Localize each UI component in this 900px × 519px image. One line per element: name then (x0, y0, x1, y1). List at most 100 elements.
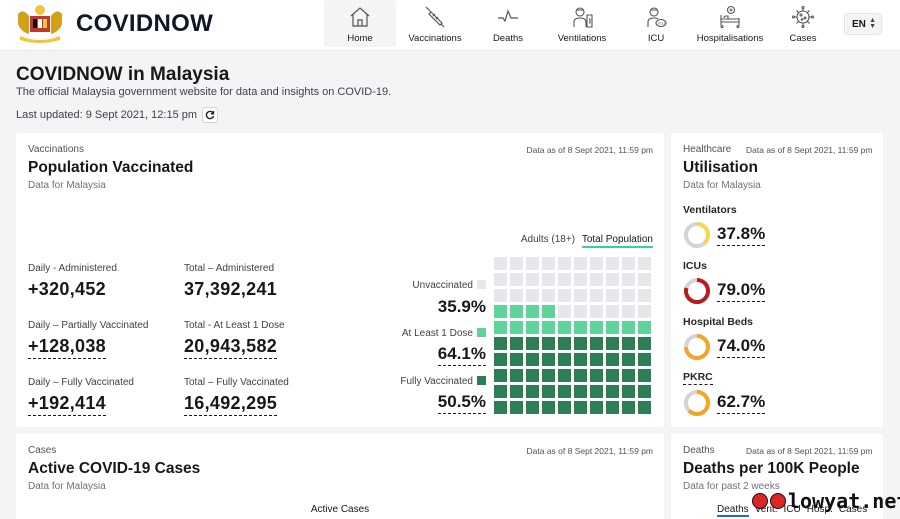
util-value-icus[interactable]: 79.0% (717, 280, 766, 302)
waffle-cell-fully-vaccinated[interactable] (622, 353, 635, 366)
waffle-cell-unvaccinated[interactable] (494, 257, 507, 270)
stat-value[interactable]: 16,492,295 (184, 393, 278, 416)
waffle-cell-unvaccinated[interactable] (542, 273, 555, 286)
waffle-cell-partial[interactable] (558, 321, 571, 334)
waffle-cell-partial[interactable] (638, 321, 651, 334)
nav-deaths[interactable]: Deaths (474, 0, 542, 47)
waffle-cell-partial[interactable] (622, 321, 635, 334)
nav-home[interactable]: Home (324, 0, 396, 47)
waffle-cell-partial[interactable] (606, 321, 619, 334)
waffle-cell-fully-vaccinated[interactable] (574, 337, 587, 350)
waffle-cell-unvaccinated[interactable] (622, 289, 635, 302)
waffle-cell-fully-vaccinated[interactable] (494, 353, 507, 366)
waffle-cell-fully-vaccinated[interactable] (590, 369, 603, 382)
waffle-cell-unvaccinated[interactable] (494, 273, 507, 286)
waffle-cell-unvaccinated[interactable] (542, 289, 555, 302)
waffle-cell-unvaccinated[interactable] (638, 305, 651, 318)
waffle-cell-unvaccinated[interactable] (622, 273, 635, 286)
waffle-cell-partial[interactable] (542, 305, 555, 318)
waffle-cell-partial[interactable] (510, 305, 523, 318)
waffle-cell-fully-vaccinated[interactable] (526, 337, 539, 350)
pct-fully-vaccinated[interactable]: 50.5% (437, 392, 486, 414)
waffle-cell-partial[interactable] (574, 321, 587, 334)
waffle-cell-unvaccinated[interactable] (526, 257, 539, 270)
stat-value[interactable]: +128,038 (28, 336, 106, 359)
waffle-cell-unvaccinated[interactable] (510, 273, 523, 286)
waffle-cell-fully-vaccinated[interactable] (638, 369, 651, 382)
stat-value[interactable]: +192,414 (28, 393, 106, 416)
waffle-cell-unvaccinated[interactable] (558, 273, 571, 286)
waffle-cell-fully-vaccinated[interactable] (622, 369, 635, 382)
waffle-cell-unvaccinated[interactable] (510, 289, 523, 302)
waffle-cell-fully-vaccinated[interactable] (558, 385, 571, 398)
util-value-hospital-beds[interactable]: 74.0% (717, 336, 766, 358)
waffle-cell-fully-vaccinated[interactable] (542, 385, 555, 398)
waffle-cell-partial[interactable] (510, 321, 523, 334)
waffle-cell-unvaccinated[interactable] (574, 273, 587, 286)
pct-at-least-1-dose[interactable]: 64.1% (437, 344, 486, 366)
nav-vaccinations[interactable]: Vaccinations (396, 0, 474, 47)
waffle-cell-unvaccinated[interactable] (606, 273, 619, 286)
waffle-cell-fully-vaccinated[interactable] (510, 385, 523, 398)
util-value-ventilators[interactable]: 37.8% (717, 224, 766, 246)
waffle-cell-unvaccinated[interactable] (606, 257, 619, 270)
waffle-cell-unvaccinated[interactable] (526, 289, 539, 302)
waffle-cell-unvaccinated[interactable] (606, 289, 619, 302)
waffle-cell-fully-vaccinated[interactable] (606, 385, 619, 398)
waffle-cell-fully-vaccinated[interactable] (590, 385, 603, 398)
waffle-cell-fully-vaccinated[interactable] (558, 337, 571, 350)
waffle-cell-unvaccinated[interactable] (574, 257, 587, 270)
waffle-cell-fully-vaccinated[interactable] (606, 353, 619, 366)
stat-value[interactable]: 20,943,582 (184, 336, 278, 359)
tab-deaths[interactable]: Deaths (717, 504, 749, 517)
waffle-cell-unvaccinated[interactable] (542, 257, 555, 270)
waffle-cell-unvaccinated[interactable] (494, 289, 507, 302)
waffle-cell-fully-vaccinated[interactable] (574, 353, 587, 366)
waffle-cell-fully-vaccinated[interactable] (510, 369, 523, 382)
waffle-cell-unvaccinated[interactable] (638, 289, 651, 302)
waffle-cell-fully-vaccinated[interactable] (526, 401, 539, 414)
waffle-cell-fully-vaccinated[interactable] (638, 353, 651, 366)
waffle-cell-unvaccinated[interactable] (590, 305, 603, 318)
waffle-cell-fully-vaccinated[interactable] (638, 385, 651, 398)
waffle-cell-fully-vaccinated[interactable] (526, 385, 539, 398)
malaysia-coat-of-arms-logo[interactable] (15, 4, 65, 44)
waffle-cell-fully-vaccinated[interactable] (638, 401, 651, 414)
waffle-cell-partial[interactable] (526, 321, 539, 334)
waffle-cell-unvaccinated[interactable] (574, 305, 587, 318)
waffle-cell-fully-vaccinated[interactable] (542, 353, 555, 366)
waffle-cell-fully-vaccinated[interactable] (574, 385, 587, 398)
waffle-cell-unvaccinated[interactable] (526, 273, 539, 286)
waffle-cell-partial[interactable] (494, 321, 507, 334)
nav-cases[interactable]: Cases (770, 0, 836, 47)
util-value-pkrc[interactable]: 62.7% (717, 392, 766, 414)
toggle-total-population[interactable]: Total Population (581, 234, 653, 248)
waffle-cell-fully-vaccinated[interactable] (526, 369, 539, 382)
waffle-cell-unvaccinated[interactable] (622, 305, 635, 318)
waffle-cell-unvaccinated[interactable] (590, 273, 603, 286)
waffle-cell-partial[interactable] (590, 321, 603, 334)
waffle-cell-fully-vaccinated[interactable] (542, 401, 555, 414)
toggle-adults[interactable]: Adults (18+) (521, 234, 575, 245)
waffle-cell-fully-vaccinated[interactable] (590, 401, 603, 414)
waffle-cell-unvaccinated[interactable] (558, 257, 571, 270)
waffle-cell-unvaccinated[interactable] (622, 257, 635, 270)
nav-icu[interactable]: ICU ICU (622, 0, 690, 47)
waffle-cell-partial[interactable] (526, 305, 539, 318)
waffle-cell-unvaccinated[interactable] (590, 257, 603, 270)
waffle-cell-fully-vaccinated[interactable] (574, 369, 587, 382)
waffle-cell-fully-vaccinated[interactable] (542, 369, 555, 382)
nav-ventilations[interactable]: Ventilations (542, 0, 622, 47)
waffle-cell-fully-vaccinated[interactable] (606, 337, 619, 350)
waffle-cell-fully-vaccinated[interactable] (510, 353, 523, 366)
waffle-cell-fully-vaccinated[interactable] (606, 401, 619, 414)
waffle-cell-fully-vaccinated[interactable] (510, 337, 523, 350)
waffle-cell-unvaccinated[interactable] (638, 257, 651, 270)
waffle-cell-fully-vaccinated[interactable] (494, 369, 507, 382)
waffle-cell-fully-vaccinated[interactable] (622, 401, 635, 414)
waffle-cell-fully-vaccinated[interactable] (510, 401, 523, 414)
waffle-cell-unvaccinated[interactable] (606, 305, 619, 318)
waffle-cell-fully-vaccinated[interactable] (606, 369, 619, 382)
waffle-cell-fully-vaccinated[interactable] (590, 337, 603, 350)
waffle-cell-fully-vaccinated[interactable] (574, 401, 587, 414)
